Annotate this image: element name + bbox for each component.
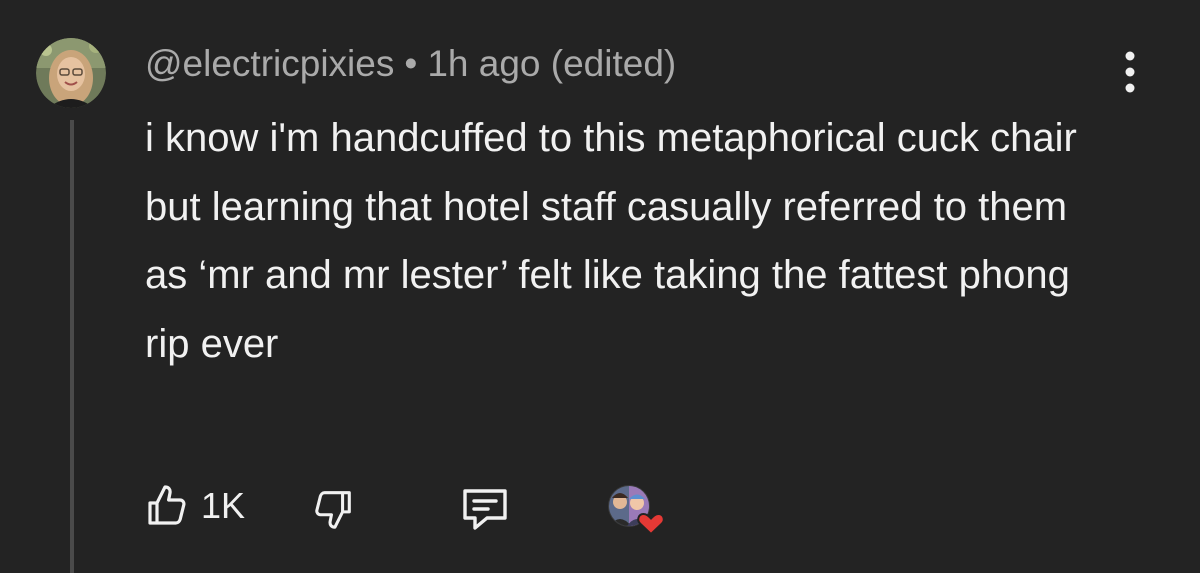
timestamp[interactable]: 1h ago (edited) <box>427 43 676 84</box>
meta-separator: • <box>404 43 418 84</box>
thumbs-up-icon <box>148 485 186 525</box>
like-button[interactable]: 1K <box>143 478 263 534</box>
dislike-button[interactable] <box>302 478 358 534</box>
comment-reply-icon <box>463 489 507 530</box>
more-options-button[interactable] <box>1110 48 1150 98</box>
creator-heart-avatar <box>605 482 669 538</box>
heart-icon <box>637 512 665 536</box>
thumbs-down-icon <box>315 491 351 529</box>
comment-actions: 1K <box>0 478 1200 538</box>
comment: @electricpixies • 1h ago (edited) i know i… <box>0 0 1200 573</box>
more-vertical-icon <box>1125 51 1135 93</box>
username[interactable]: @electricpixies <box>145 43 394 84</box>
user-avatar[interactable] <box>36 38 106 108</box>
like-count: 1K <box>201 485 246 526</box>
comment-text: i know i'm handcuffed to this metaphoric… <box>145 116 1077 366</box>
comment-meta: @electricpixies • 1h ago (edited) <box>145 40 676 88</box>
reply-button[interactable] <box>455 478 515 534</box>
